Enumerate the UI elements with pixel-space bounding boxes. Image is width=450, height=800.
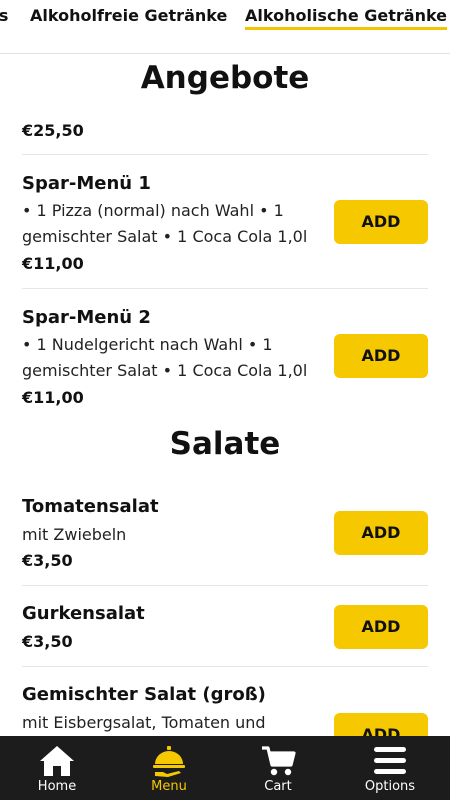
add-button-gemischter-salat[interactable]: ADD — [334, 713, 428, 736]
tab-alkoholfreie-getraenke[interactable]: Alkoholfreie Getränke — [30, 6, 227, 25]
menu-icon — [374, 747, 406, 774]
nav-home[interactable]: Home — [1, 736, 113, 800]
item-name-spar-menu-1: Spar-Menü 1 — [22, 173, 151, 194]
item-name-gurkensalat: Gurkensalat — [22, 603, 145, 624]
item-description: mit Eisbergsalat, Tomaten und — [22, 713, 266, 732]
item-name-tomatensalat: Tomatensalat — [22, 496, 159, 517]
item-price: €3,50 — [22, 632, 73, 651]
nav-label-cart: Cart — [264, 779, 292, 794]
divider — [22, 666, 428, 667]
item-name-spar-menu-2: Spar-Menü 2 — [22, 307, 151, 328]
section-title-salate: Salate — [169, 426, 281, 462]
add-button-spar-menu-2[interactable]: ADD — [334, 334, 428, 378]
add-button-tomatensalat[interactable]: ADD — [334, 511, 428, 555]
item-name-gemischter-salat: Gemischter Salat (groß) — [22, 684, 266, 705]
nav-label-home: Home — [37, 779, 77, 794]
item-price: €11,00 — [22, 254, 84, 273]
nav-label-options: Options — [364, 779, 416, 794]
divider — [22, 585, 428, 586]
item-description: mit Zwiebeln — [22, 525, 127, 544]
add-button-gurkensalat[interactable]: ADD — [334, 605, 428, 649]
cart-icon — [262, 746, 296, 776]
item-description-line: • 1 Nudelgericht nach Wahl • 1 — [22, 335, 273, 354]
cloche-icon — [153, 746, 185, 777]
item-description: • 1 Pizza (normal) nach Wahl • 1 gemisch… — [22, 198, 322, 250]
nav-cart[interactable]: Cart — [222, 736, 334, 800]
menu-list[interactable]: Angebote €25,50 Spar-Menü 1 • 1 Pizza (n… — [0, 54, 450, 736]
bottom-navigation: Home Menu Cart Options — [0, 736, 450, 800]
nav-menu[interactable]: Menu — [113, 736, 225, 800]
item-price: €11,00 — [22, 388, 84, 407]
tab-drinks-partial[interactable]: 's — [0, 6, 8, 25]
nav-options[interactable]: Options — [334, 736, 446, 800]
category-tabs: 's Alkoholfreie Getränke Alkoholische Ge… — [0, 0, 450, 54]
item-description-line: gemischter Salat • 1 Coca Cola 1,0l — [22, 227, 308, 246]
item-description-line: • 1 Pizza (normal) nach Wahl • 1 — [22, 201, 284, 220]
item-price: €25,50 — [22, 121, 84, 140]
section-title-angebote: Angebote — [140, 60, 310, 96]
add-button-spar-menu-1[interactable]: ADD — [334, 200, 428, 244]
home-icon — [40, 746, 74, 776]
nav-label-menu: Menu — [151, 779, 187, 794]
divider — [22, 288, 428, 289]
item-description-line: gemischter Salat • 1 Coca Cola 1,0l — [22, 361, 308, 380]
divider — [22, 154, 428, 155]
tab-alkoholische-getraenke[interactable]: Alkoholische Getränke — [245, 6, 448, 30]
item-price: €3,50 — [22, 551, 73, 570]
item-description: • 1 Nudelgericht nach Wahl • 1 gemischte… — [22, 332, 322, 384]
